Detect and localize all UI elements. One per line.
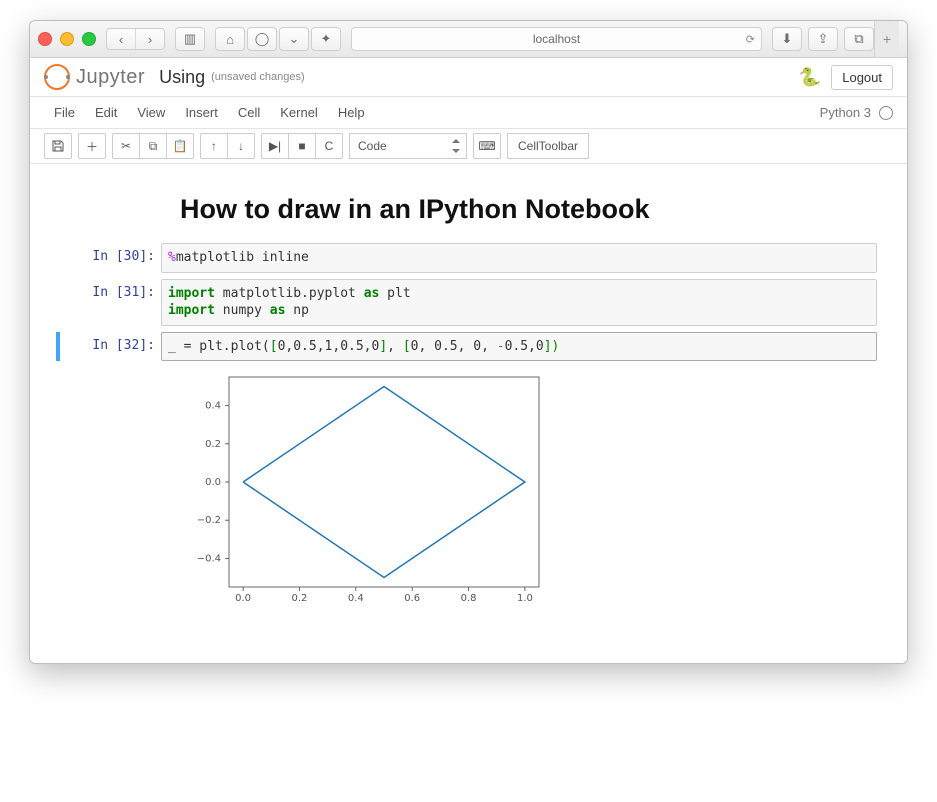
code-input[interactable]: _ = plt.plot([0,0.5,1,0.5,0], [0, 0.5, 0… — [161, 332, 877, 362]
menu-help[interactable]: Help — [328, 101, 375, 124]
page-content: Jupyter Using (unsaved changes) 🐍 Logout… — [30, 58, 907, 663]
zoom-window-icon[interactable] — [82, 32, 96, 46]
kernel-name: Python 3 — [820, 105, 871, 120]
svg-text:0.4: 0.4 — [205, 401, 221, 412]
paste-button[interactable]: 📋 — [167, 133, 194, 159]
menu-file[interactable]: File — [44, 101, 85, 124]
save-status: (unsaved changes) — [211, 71, 305, 83]
reload-icon[interactable]: ⟳ — [746, 33, 755, 46]
move-down-button[interactable]: ↓ — [228, 133, 255, 159]
minimize-window-icon[interactable] — [60, 32, 74, 46]
kernel-indicator: Python 3 — [820, 105, 893, 120]
jupyter-logo-icon — [44, 64, 70, 90]
svg-text:1.0: 1.0 — [517, 593, 533, 604]
menu-kernel[interactable]: Kernel — [270, 101, 328, 124]
menu-cell[interactable]: Cell — [228, 101, 270, 124]
python-logo-icon: 🐍 — [799, 67, 821, 88]
svg-text:0.6: 0.6 — [404, 593, 420, 604]
share-button[interactable]: ⇪ — [808, 27, 838, 51]
jupyter-header: Jupyter Using (unsaved changes) 🐍 Logout — [30, 58, 907, 97]
puzzle-button[interactable]: ✦ — [311, 27, 341, 51]
input-prompt: In [31]: — [60, 279, 161, 326]
address-bar[interactable]: localhost ⟳ — [351, 27, 762, 51]
output-area: 0.0 0.2 0.4 0.6 0.8 1.0 −0.4 −0.2 0.0 0.2 0.4 — [159, 367, 877, 627]
forward-button[interactable]: › — [135, 29, 164, 49]
sidebar-button[interactable]: ▥ — [175, 27, 205, 51]
code-cell[interactable]: In [32]:_ = plt.plot([0,0.5,1,0.5,0], [0… — [56, 332, 877, 362]
pocket-button[interactable]: ⌄ — [279, 27, 309, 51]
code-input[interactable]: import matplotlib.pyplot as plt import n… — [161, 279, 877, 326]
svg-text:0.2: 0.2 — [205, 439, 221, 450]
run-button[interactable]: ▶| — [261, 133, 289, 159]
close-window-icon[interactable] — [38, 32, 52, 46]
matplotlib-plot: 0.0 0.2 0.4 0.6 0.8 1.0 −0.4 −0.2 0.0 0.2 0.4 — [179, 367, 549, 617]
plot-line — [243, 387, 525, 578]
cell-type-select[interactable]: Code — [349, 133, 467, 159]
cut-button[interactable]: ✂ — [112, 133, 140, 159]
jupyter-logo[interactable]: Jupyter — [44, 64, 145, 90]
downloads-button[interactable]: ⬇ — [772, 27, 802, 51]
markdown-heading[interactable]: How to draw in an IPython Notebook — [180, 194, 877, 225]
window-controls — [38, 32, 96, 46]
back-button[interactable]: ‹ — [107, 29, 135, 49]
address-text: localhost — [533, 32, 580, 46]
menu-insert[interactable]: Insert — [175, 101, 228, 124]
move-up-button[interactable]: ↑ — [200, 133, 228, 159]
notebook-name[interactable]: Using — [159, 67, 205, 88]
jupyter-logo-text: Jupyter — [76, 66, 145, 89]
new-tab-button[interactable]: + — [874, 21, 899, 57]
notebook-area[interactable]: How to draw in an IPython Notebook In [3… — [30, 164, 907, 663]
svg-text:0.0: 0.0 — [235, 593, 251, 604]
svg-text:−0.2: −0.2 — [197, 515, 221, 526]
svg-text:0.8: 0.8 — [461, 593, 477, 604]
shield-button[interactable]: ◯ — [247, 27, 277, 51]
interrupt-button[interactable]: ■ — [289, 133, 316, 159]
home-button[interactable]: ⌂ — [215, 27, 245, 51]
browser-window: ‹ › ▥ ⌂ ◯ ⌄ ✦ localhost ⟳ ⬇ ⇪ ⧉ + Jupyte… — [29, 20, 908, 664]
menu-view[interactable]: View — [127, 101, 175, 124]
input-prompt: In [32]: — [60, 332, 161, 362]
svg-text:0.2: 0.2 — [292, 593, 308, 604]
code-input[interactable]: %matplotlib inline — [161, 243, 877, 273]
toolbar: ＋ ✂ ⧉ 📋 ↑ ↓ ▶| ■ C Code ⌨ CellToolbar — [30, 129, 907, 164]
insert-cell-button[interactable]: ＋ — [78, 133, 106, 159]
restart-button[interactable]: C — [316, 133, 343, 159]
titlebar: ‹ › ▥ ⌂ ◯ ⌄ ✦ localhost ⟳ ⬇ ⇪ ⧉ + — [30, 21, 907, 58]
save-button[interactable] — [44, 133, 72, 159]
cell-toolbar-button[interactable]: CellToolbar — [507, 133, 589, 159]
tabs-button[interactable]: ⧉ — [844, 27, 874, 51]
nav-back-forward: ‹ › — [106, 28, 165, 50]
svg-text:0.4: 0.4 — [348, 593, 364, 604]
code-cell[interactable]: In [30]:%matplotlib inline — [60, 243, 877, 273]
code-cell[interactable]: In [31]:import matplotlib.pyplot as plt … — [60, 279, 877, 326]
svg-text:0.0: 0.0 — [205, 477, 221, 488]
menubar: FileEditViewInsertCellKernelHelp Python … — [30, 97, 907, 129]
kernel-status-icon — [879, 106, 893, 120]
command-palette-button[interactable]: ⌨ — [473, 133, 501, 159]
input-prompt: In [30]: — [60, 243, 161, 273]
svg-text:−0.4: −0.4 — [197, 554, 221, 565]
logout-button[interactable]: Logout — [831, 65, 893, 90]
copy-button[interactable]: ⧉ — [140, 133, 167, 159]
menu-edit[interactable]: Edit — [85, 101, 127, 124]
